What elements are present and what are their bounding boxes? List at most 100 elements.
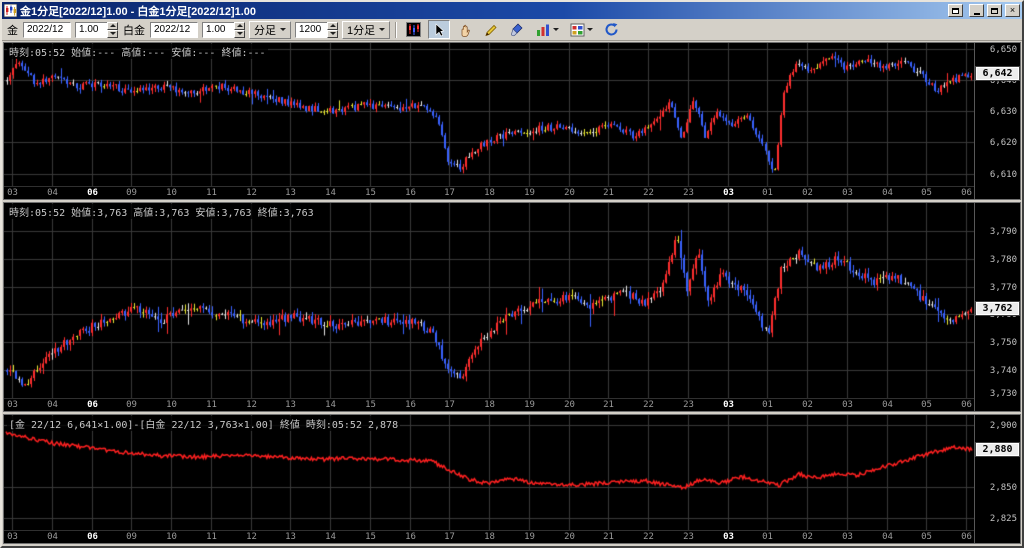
gold-plot[interactable]: 時刻:05:52 始値:--- 高値:--- 安値:--- 終値:--- 03 0… <box>4 43 974 199</box>
spinner-up-icon <box>236 24 243 27</box>
x-axis-label: 19 <box>524 188 535 198</box>
minimize-button[interactable] <box>969 4 984 17</box>
spread-plot[interactable]: [金 22/12 6,641×1.00]-[白金 22/12 3,763×1.0… <box>4 415 974 543</box>
spinner-down-icon <box>236 32 243 35</box>
platinum-ratio-value[interactable]: 1.00 <box>202 21 234 38</box>
gold-ratio-spinner[interactable]: 1.00 <box>75 21 118 38</box>
bar-type-dropdown[interactable]: 分足 <box>249 20 291 39</box>
x-axis-label: 04 <box>882 188 893 198</box>
platinum-contract-field[interactable]: 2022/12 <box>150 21 198 38</box>
gold-info-line: 時刻:05:52 始値:--- 高値:--- 安値:--- 終値:--- <box>7 44 268 59</box>
y-axis-label: 6,630 <box>989 107 1017 118</box>
x-axis-label: 02 <box>802 532 813 542</box>
platinum-ratio-spinner[interactable]: 1.00 <box>202 21 245 38</box>
close-button[interactable]: × <box>1005 4 1020 17</box>
spread-y-axis: 2,900 2,850 2,825 2,880 <box>974 415 1020 543</box>
pan-hand-button[interactable] <box>454 20 477 39</box>
maximize-icon <box>991 7 998 14</box>
x-axis-label: 03 <box>842 400 853 410</box>
current-price-badge: 6,642 <box>975 66 1020 82</box>
x-axis-label: 06 <box>961 400 972 410</box>
refresh-button[interactable] <box>600 20 623 39</box>
charts-area: 時刻:05:52 始値:--- 高値:--- 安値:--- 終値:--- 03 0… <box>2 41 1022 546</box>
spread-chart-panel: [金 22/12 6,641×1.00]-[白金 22/12 3,763×1.0… <box>3 414 1021 544</box>
y-axis-label: 6,610 <box>989 169 1017 180</box>
indicator-bars-dropdown[interactable] <box>532 20 563 39</box>
spread-chart-canvas[interactable] <box>4 415 974 530</box>
bar-count-up-button[interactable] <box>327 21 338 30</box>
x-axis-label: 20 <box>564 400 575 410</box>
chart-style-dropdown[interactable] <box>566 20 597 39</box>
y-axis-label: 6,650 <box>989 45 1017 56</box>
x-axis-label: 13 <box>285 188 296 198</box>
x-axis-label: 03 <box>7 532 18 542</box>
app-window: 金1分足[2022/12]1.00 - 白金1分足[2022/12]1.00 ×… <box>0 0 1024 548</box>
cursor-select-button[interactable] <box>428 20 451 39</box>
gold-chart-panel: 時刻:05:52 始値:--- 高値:--- 安値:--- 終値:--- 03 0… <box>3 42 1021 200</box>
gold-ratio-value[interactable]: 1.00 <box>75 21 107 38</box>
window-title: 金1分足[2022/12]1.00 - 白金1分足[2022/12]1.00 <box>20 5 257 18</box>
y-axis-label: 2,850 <box>989 482 1017 493</box>
gold-contract-field[interactable]: 2022/12 <box>23 21 71 38</box>
x-axis-label: 17 <box>444 400 455 410</box>
x-axis-label: 04 <box>47 532 58 542</box>
platinum-y-axis: 3,790 3,780 3,770 3,760 3,750 3,740 3,730 3,762 <box>974 203 1020 411</box>
x-axis-label: 03 <box>723 188 734 198</box>
minimize-icon <box>973 12 980 15</box>
y-axis-label: 3,790 <box>989 226 1017 237</box>
x-axis-label: 11 <box>206 188 217 198</box>
chevron-down-icon <box>586 28 593 31</box>
maximize-button[interactable] <box>987 4 1002 17</box>
x-axis-label: 06 <box>961 188 972 198</box>
x-axis-label: 17 <box>444 532 455 542</box>
gold-y-axis: 6,650 6,640 6,630 6,620 6,610 6,642 <box>974 43 1020 199</box>
x-axis-label: 16 <box>405 532 416 542</box>
x-axis-label: 06 <box>87 532 98 542</box>
paint-brush-button[interactable] <box>506 20 529 39</box>
spinner-down-icon <box>329 32 336 35</box>
x-axis-label: 10 <box>166 532 177 542</box>
x-axis-label: 05 <box>921 400 932 410</box>
x-axis-label: 19 <box>524 400 535 410</box>
spinner-up-icon <box>329 24 336 27</box>
spread-x-axis: 03 04 06 09 10 11 12 13 14 15 16 17 18 19 20 21 22 23 03 01… <box>4 530 974 543</box>
x-axis-label: 02 <box>802 188 813 198</box>
platinum-ratio-up-button[interactable] <box>234 21 245 30</box>
interval-dropdown[interactable]: 1分足 <box>342 20 391 39</box>
gold-chart-canvas[interactable] <box>4 43 974 186</box>
x-axis-label: 09 <box>126 400 137 410</box>
platinum-plot[interactable]: 時刻:05:52 始値:3,763 高値:3,763 安値:3,763 終値:3… <box>4 203 974 411</box>
x-axis-label: 01 <box>762 532 773 542</box>
y-axis-label: 6,620 <box>989 138 1017 149</box>
platinum-ratio-down-button[interactable] <box>234 29 245 38</box>
bar-count-down-button[interactable] <box>327 29 338 38</box>
chart-type-button[interactable] <box>402 20 425 39</box>
x-axis-label: 11 <box>206 400 217 410</box>
restore-window-button[interactable] <box>948 4 963 17</box>
gold-ratio-up-button[interactable] <box>107 21 118 30</box>
draw-pencil-button[interactable] <box>480 20 503 39</box>
y-axis-label: 2,900 <box>989 420 1017 431</box>
bar-count-spinner[interactable]: 1200 <box>295 21 338 38</box>
x-axis-label: 16 <box>405 188 416 198</box>
pan-hand-icon <box>461 24 470 37</box>
x-axis-label: 06 <box>87 188 98 198</box>
x-axis-label: 18 <box>484 532 495 542</box>
gold-ratio-down-button[interactable] <box>107 29 118 38</box>
x-axis-label: 11 <box>206 532 217 542</box>
x-axis-label: 23 <box>683 188 694 198</box>
platinum-chart-canvas[interactable] <box>4 203 974 398</box>
bar-count-value[interactable]: 1200 <box>295 21 327 38</box>
x-axis-label: 13 <box>285 532 296 542</box>
platinum-chart-panel: 時刻:05:52 始値:3,763 高値:3,763 安値:3,763 終値:3… <box>3 202 1021 412</box>
x-axis-label: 14 <box>325 532 336 542</box>
toolbar-separator <box>395 21 398 38</box>
x-axis-label: 12 <box>246 400 257 410</box>
x-axis-label: 15 <box>365 188 376 198</box>
cursor-select-icon <box>435 22 445 36</box>
y-axis-label: 2,825 <box>989 513 1017 524</box>
x-axis-label: 03 <box>723 400 734 410</box>
y-axis-label: 3,730 <box>989 389 1017 399</box>
titlebar[interactable]: 金1分足[2022/12]1.00 - 白金1分足[2022/12]1.00 × <box>2 2 1022 19</box>
current-price-badge: 3,762 <box>975 300 1020 316</box>
